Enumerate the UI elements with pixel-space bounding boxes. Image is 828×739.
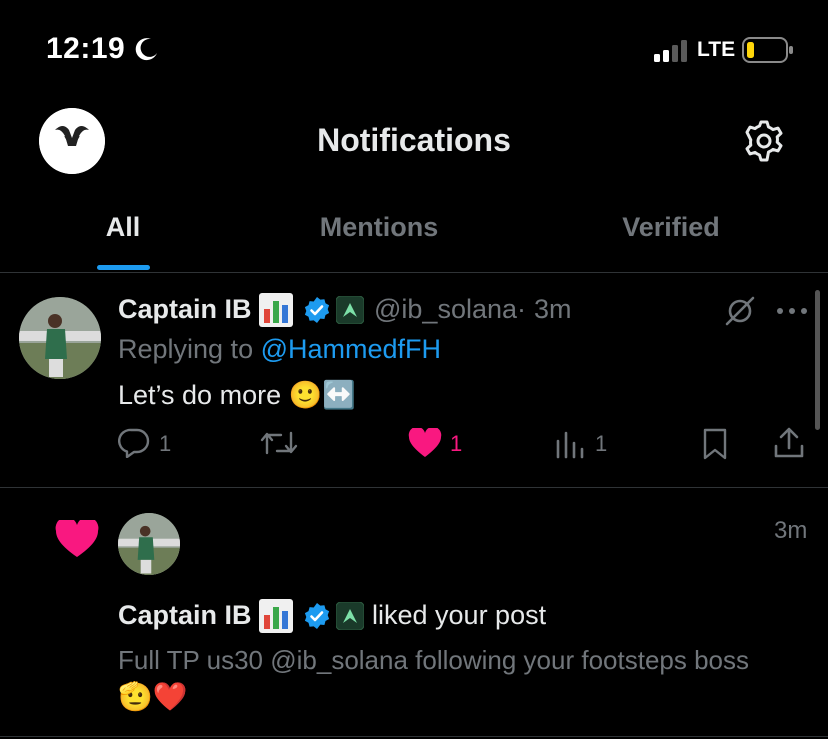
bookmark-icon[interactable]	[702, 428, 728, 460]
page-title: Notifications	[317, 122, 511, 158]
author-name[interactable]: Captain IB	[118, 294, 252, 325]
cellular-signal-icon	[654, 40, 690, 62]
bar-chart-emoji-icon	[259, 599, 293, 638]
battery-icon	[742, 37, 794, 63]
replying-to-line: Replying to @HammedfFH	[118, 334, 441, 365]
more-options-icon[interactable]	[776, 307, 808, 315]
status-time: 12:19	[46, 32, 126, 65]
grok-icon[interactable]	[724, 295, 756, 327]
verified-badge-icon	[303, 602, 331, 635]
share-icon[interactable]	[773, 426, 805, 460]
notification-time: 3m	[774, 517, 808, 544]
settings-gear-icon[interactable]	[741, 118, 787, 164]
author-avatar[interactable]	[19, 297, 101, 379]
verified-badge-icon	[303, 296, 331, 329]
moon-icon	[134, 36, 160, 62]
views-icon[interactable]	[555, 429, 585, 459]
liked-post-text-line2: 🫡❤️	[118, 681, 188, 712]
active-tab-indicator	[97, 265, 150, 270]
tab-verified[interactable]: Verified	[598, 212, 744, 243]
tab-all[interactable]: All	[96, 212, 150, 243]
post-time: 3m	[534, 294, 572, 324]
author-handle[interactable]: @ib_solana	[374, 294, 517, 325]
tab-mentions[interactable]: Mentions	[296, 212, 462, 243]
post-text: Let’s do more 🙂↔️	[118, 380, 356, 410]
repost-icon[interactable]	[259, 429, 299, 457]
meta-separator: ·	[517, 294, 526, 324]
network-type: LTE	[697, 38, 736, 61]
liker-avatar[interactable]	[118, 513, 180, 575]
liker-name[interactable]: Captain IB	[118, 600, 252, 631]
bar-chart-emoji-icon	[259, 293, 293, 332]
affiliate-badge-icon	[335, 295, 365, 329]
like-action-text: liked your post	[372, 600, 547, 630]
reply-icon[interactable]	[118, 428, 150, 458]
reply-count: 1	[159, 431, 172, 456]
like-notification-heart-icon	[55, 520, 99, 558]
scrollbar[interactable]	[815, 290, 820, 430]
view-count: 1	[595, 431, 608, 456]
affiliate-badge-icon	[335, 601, 365, 635]
replying-to-mention[interactable]: @HammedfFH	[261, 334, 441, 364]
liked-post-text: Full TP us30 @ib_solana following your f…	[118, 645, 750, 675]
tabs-divider	[0, 272, 828, 273]
replying-to-label: Replying to	[118, 334, 261, 364]
liked-heart-icon[interactable]	[408, 428, 442, 458]
like-count: 1	[450, 431, 463, 456]
bottom-divider	[0, 736, 828, 737]
post-divider	[0, 487, 828, 488]
